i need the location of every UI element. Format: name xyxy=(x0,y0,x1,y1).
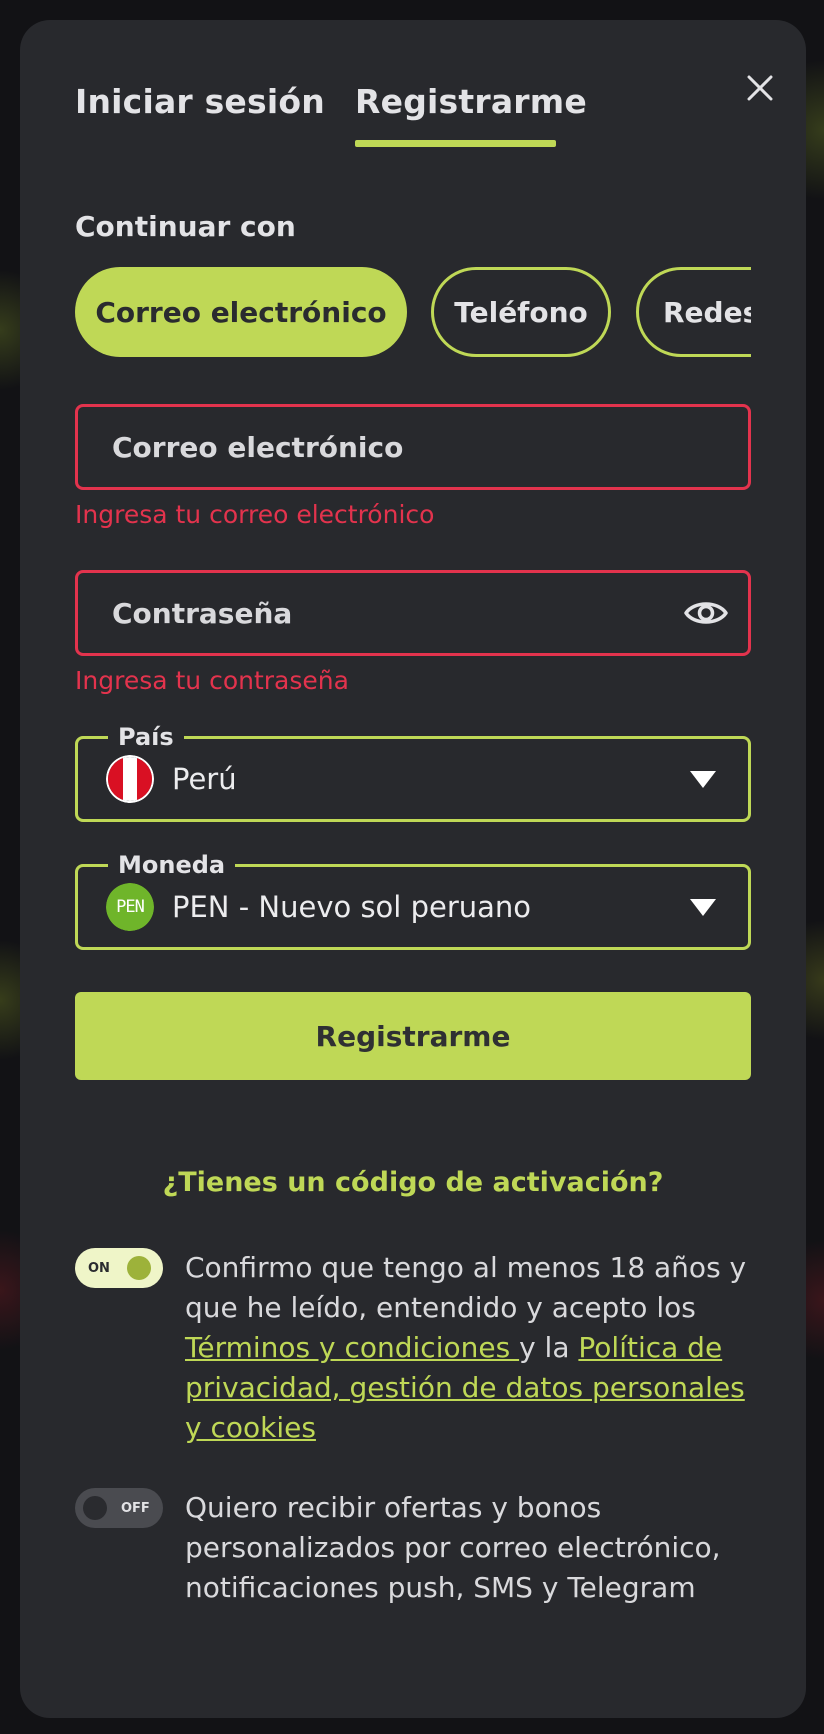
activation-code-link[interactable]: ¿Tienes un código de activación? xyxy=(20,1167,806,1198)
tab-login[interactable]: Iniciar sesión xyxy=(75,82,325,121)
age-consent-toggle[interactable]: ON xyxy=(75,1248,163,1288)
method-phone-pill[interactable]: Teléfono xyxy=(431,267,611,357)
currency-icon: PEN xyxy=(106,883,154,931)
email-field[interactable]: Correo electrónico xyxy=(75,404,751,490)
email-placeholder: Correo electrónico xyxy=(112,430,404,464)
offers-toggle[interactable]: OFF xyxy=(75,1488,163,1528)
toggle-knob xyxy=(83,1496,107,1520)
email-error: Ingresa tu correo electrónico xyxy=(75,500,435,529)
currency-label: Moneda xyxy=(108,851,236,879)
chevron-down-icon xyxy=(690,771,716,788)
signup-method-selector: Correo electrónico Teléfono Redes xyxy=(75,267,751,367)
show-password-button[interactable] xyxy=(682,591,730,635)
password-placeholder: Contraseña xyxy=(112,596,293,630)
toggle-state-label: ON xyxy=(88,1260,110,1276)
age-consent-text: Confirmo que tengo al menos 18 años y qu… xyxy=(185,1248,755,1448)
continue-with-title: Continuar con xyxy=(75,210,296,243)
consent-text-part: y la xyxy=(519,1331,579,1364)
currency-value: PEN - Nuevo sol peruano xyxy=(172,890,532,924)
register-button[interactable]: Registrarme xyxy=(75,992,751,1080)
password-error: Ingresa tu contraseña xyxy=(75,666,349,695)
country-value: Perú xyxy=(172,762,237,796)
method-social-pill[interactable]: Redes xyxy=(636,267,751,357)
chevron-down-icon xyxy=(690,899,716,916)
tab-register[interactable]: Registrarme xyxy=(355,82,587,121)
toggle-knob xyxy=(127,1256,151,1280)
consent-text-part: Confirmo que tengo al menos 18 años y qu… xyxy=(185,1251,747,1324)
close-button[interactable] xyxy=(732,60,788,116)
peru-flag-icon xyxy=(106,755,154,803)
register-modal: Iniciar sesión Registrarme Continuar con… xyxy=(20,20,806,1718)
close-icon xyxy=(747,75,773,101)
country-label: País xyxy=(108,723,184,751)
toggle-state-label: OFF xyxy=(121,1500,150,1516)
offers-consent-text: Quiero recibir ofertas y bonos personali… xyxy=(185,1491,721,1604)
eye-icon xyxy=(684,602,728,624)
terms-link[interactable]: Términos y condiciones xyxy=(185,1331,519,1364)
active-tab-indicator xyxy=(355,140,556,147)
method-email-pill[interactable]: Correo electrónico xyxy=(75,267,407,357)
password-field[interactable]: Contraseña xyxy=(75,570,751,656)
